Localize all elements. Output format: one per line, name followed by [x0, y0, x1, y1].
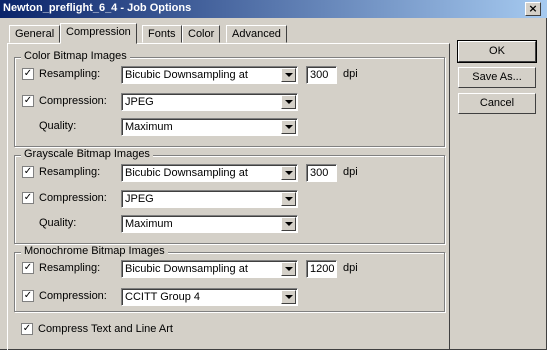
compression-panel: Color Bitmap Images ✓ Resampling: Bicubi… — [7, 43, 450, 350]
color-resampling-method-select[interactable]: Bicubic Downsampling at — [121, 66, 298, 84]
grayscale-bitmap-group: Grayscale Bitmap Images ✓ Resampling: Bi… — [14, 148, 445, 244]
color-dpi-input[interactable]: 300 — [306, 66, 337, 84]
grayscale-bitmap-legend: Grayscale Bitmap Images — [21, 148, 153, 160]
grayscale-resampling-checkbox[interactable]: ✓ — [22, 166, 34, 178]
tab-advanced[interactable]: Advanced — [226, 25, 287, 43]
title-bar[interactable]: Newton_preflight_6_4 - Job Options × — [0, 0, 547, 18]
monochrome-resampling-method-select[interactable]: Bicubic Downsampling at — [121, 260, 298, 278]
chevron-down-icon[interactable] — [281, 166, 296, 180]
color-resampling-label: Resampling: — [39, 68, 101, 80]
chevron-down-icon[interactable] — [281, 68, 296, 82]
monochrome-dpi-input[interactable]: 1200 — [306, 260, 337, 278]
grayscale-dpi-unit: dpi — [343, 166, 358, 178]
monochrome-dpi-unit: dpi — [343, 262, 358, 274]
grayscale-quality-value: Maximum — [125, 218, 173, 230]
cancel-button[interactable]: Cancel — [458, 93, 536, 114]
grayscale-compression-select[interactable]: JPEG — [121, 190, 298, 208]
tab-color[interactable]: Color — [182, 25, 221, 43]
monochrome-compression-checkbox[interactable]: ✓ — [22, 290, 34, 302]
color-bitmap-group: Color Bitmap Images ✓ Resampling: Bicubi… — [14, 50, 445, 147]
grayscale-quality-label: Quality: — [39, 217, 77, 229]
grayscale-resampling-method-value: Bicubic Downsampling at — [125, 167, 248, 179]
monochrome-compression-select[interactable]: CCITT Group 4 — [121, 288, 298, 306]
monochrome-bitmap-legend: Monochrome Bitmap Images — [21, 245, 168, 257]
compress-text-label: Compress Text and Line Art — [38, 323, 173, 335]
ok-button[interactable]: OK — [457, 40, 537, 63]
color-compression-checkbox[interactable]: ✓ — [22, 95, 34, 107]
monochrome-resampling-checkbox[interactable]: ✓ — [22, 262, 34, 274]
color-dpi-unit: dpi — [343, 68, 358, 80]
close-icon[interactable]: × — [525, 2, 541, 16]
color-quality-value: Maximum — [125, 121, 173, 133]
grayscale-resampling-method-select[interactable]: Bicubic Downsampling at — [121, 164, 298, 182]
color-quality-select[interactable]: Maximum — [121, 118, 298, 136]
color-quality-label: Quality: — [39, 120, 77, 132]
color-compression-label: Compression: — [39, 95, 107, 107]
chevron-down-icon[interactable] — [281, 95, 296, 109]
color-bitmap-legend: Color Bitmap Images — [21, 50, 130, 62]
monochrome-compression-label: Compression: — [39, 290, 107, 302]
monochrome-resampling-method-value: Bicubic Downsampling at — [125, 263, 248, 275]
grayscale-compression-label: Compression: — [39, 192, 107, 204]
tab-fonts[interactable]: Fonts — [142, 25, 182, 43]
chevron-down-icon[interactable] — [281, 120, 296, 134]
color-resampling-checkbox[interactable]: ✓ — [22, 68, 34, 80]
grayscale-quality-select[interactable]: Maximum — [121, 215, 298, 233]
window-title: Newton_preflight_6_4 - Job Options — [3, 2, 192, 14]
color-compression-select[interactable]: JPEG — [121, 93, 298, 111]
grayscale-compression-checkbox[interactable]: ✓ — [22, 192, 34, 204]
chevron-down-icon[interactable] — [281, 290, 296, 304]
chevron-down-icon[interactable] — [281, 217, 296, 231]
grayscale-dpi-input[interactable]: 300 — [306, 164, 337, 182]
tab-compression[interactable]: Compression — [60, 23, 137, 44]
monochrome-compression-value: CCITT Group 4 — [125, 291, 200, 303]
save-as-button[interactable]: Save As... — [458, 67, 536, 88]
chevron-down-icon[interactable] — [281, 192, 296, 206]
monochrome-resampling-label: Resampling: — [39, 262, 101, 274]
grayscale-compression-value: JPEG — [125, 193, 154, 205]
chevron-down-icon[interactable] — [281, 262, 296, 276]
tab-general[interactable]: General — [9, 25, 61, 43]
job-options-dialog: Newton_preflight_6_4 - Job Options × Gen… — [0, 0, 547, 350]
monochrome-bitmap-group: Monochrome Bitmap Images ✓ Resampling: B… — [14, 245, 445, 312]
color-compression-value: JPEG — [125, 96, 154, 108]
color-resampling-method-value: Bicubic Downsampling at — [125, 69, 248, 81]
grayscale-resampling-label: Resampling: — [39, 166, 101, 178]
compress-text-checkbox[interactable]: ✓ — [21, 323, 33, 335]
